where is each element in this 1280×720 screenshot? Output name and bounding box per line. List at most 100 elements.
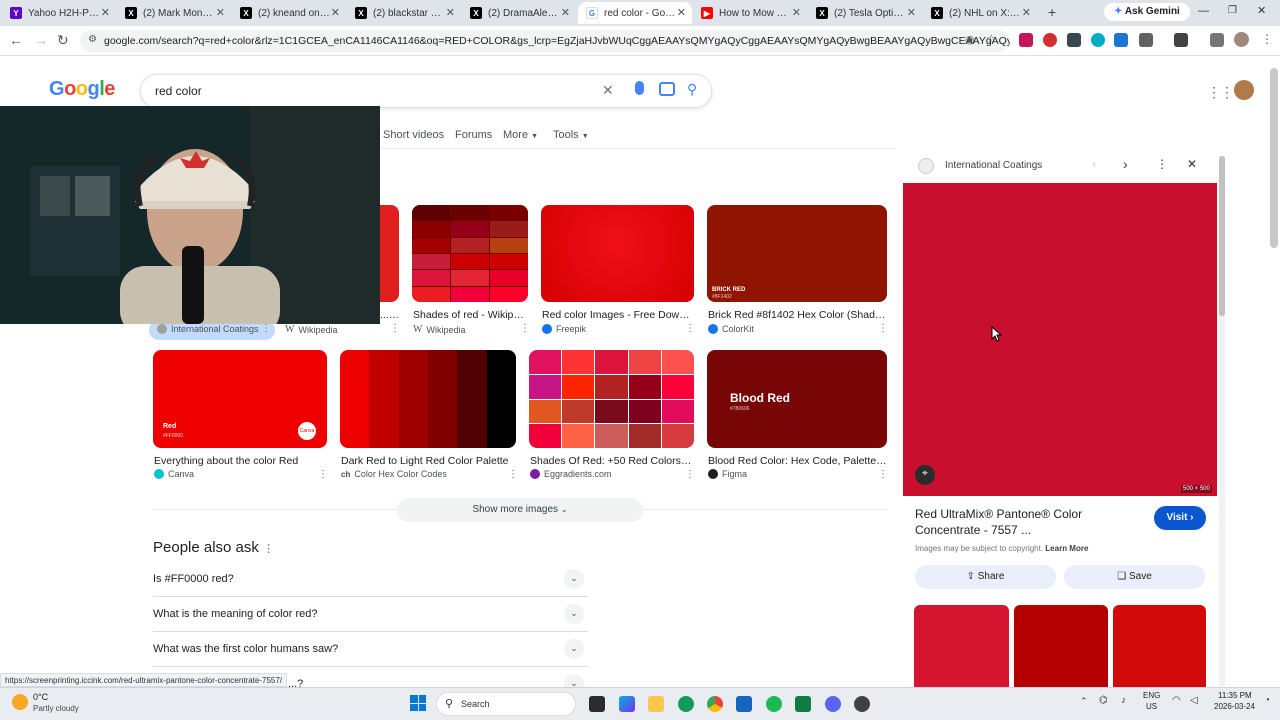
browser-tab[interactable]: X(2) NHL on X: "CAR...✕ bbox=[923, 2, 1037, 24]
taskbar-search[interactable]: ⚲ Search bbox=[436, 692, 576, 716]
downloads-icon[interactable] bbox=[1210, 33, 1224, 47]
extension-icon[interactable] bbox=[1019, 33, 1033, 47]
related-image[interactable] bbox=[914, 605, 1009, 687]
weather-icon[interactable] bbox=[12, 694, 28, 710]
app-icon[interactable] bbox=[736, 696, 752, 712]
result-source[interactable]: Eggradients.com bbox=[530, 469, 612, 479]
panel-scrollbar[interactable] bbox=[1219, 156, 1225, 686]
account-avatar[interactable] bbox=[1234, 80, 1254, 100]
more-options-icon[interactable]: ⋮ bbox=[685, 323, 695, 334]
related-image[interactable] bbox=[1113, 605, 1206, 687]
image-thumbnail-shades-grid[interactable] bbox=[529, 350, 694, 448]
reload-icon[interactable]: ↻ bbox=[57, 32, 69, 49]
minimize-icon[interactable]: — bbox=[1198, 5, 1209, 17]
image-thumbnail-shades-of-red[interactable] bbox=[412, 205, 528, 302]
extension-icon[interactable] bbox=[1067, 33, 1081, 47]
show-more-images-button[interactable]: Show more images ⌄ bbox=[397, 498, 643, 522]
microphone-icon[interactable]: ♪ bbox=[1121, 695, 1126, 706]
more-options-icon[interactable]: ⋮ bbox=[263, 543, 274, 555]
url-field[interactable]: ⚙ google.com/search?q=red+color&rlz=1C1GC… bbox=[80, 30, 1010, 52]
paa-question[interactable]: What was the first color humans saw? ⌄ bbox=[153, 632, 588, 667]
back-icon[interactable]: ← bbox=[9, 32, 23, 48]
language-indicator[interactable]: ENG bbox=[1143, 691, 1160, 700]
result-title[interactable]: Brick Red #8f1402 Hex Color (Shades & ..… bbox=[708, 309, 888, 321]
share-button[interactable]: ⇪ Share bbox=[915, 565, 1056, 589]
file-explorer-icon[interactable] bbox=[648, 696, 664, 712]
spotify-icon[interactable] bbox=[766, 696, 782, 712]
excel-icon[interactable] bbox=[795, 696, 811, 712]
more-options-icon[interactable]: ⋮ bbox=[520, 323, 530, 334]
learn-more-link[interactable]: Learn More bbox=[1045, 544, 1088, 553]
more-options-icon[interactable]: ⋮ bbox=[508, 469, 518, 480]
more-options-icon[interactable]: ⋮ bbox=[261, 323, 271, 334]
search-input[interactable]: red color bbox=[155, 84, 202, 98]
image-thumbnail[interactable] bbox=[378, 205, 399, 302]
image-thumbnail-red-freepik[interactable] bbox=[541, 205, 694, 302]
task-view-icon[interactable] bbox=[589, 696, 605, 712]
edge-icon[interactable] bbox=[678, 696, 694, 712]
more-options-icon[interactable]: ⋮ bbox=[878, 323, 888, 334]
result-title[interactable]: Blood Red Color: Hex Code, Palettes & ..… bbox=[708, 455, 888, 467]
wifi-icon[interactable]: ◠ bbox=[1172, 695, 1181, 706]
network-icon[interactable]: ⌬ bbox=[1099, 695, 1108, 706]
result-title[interactable]: Dark Red to Light Red Color Palette bbox=[341, 455, 517, 467]
close-tab-icon[interactable]: ✕ bbox=[1022, 6, 1031, 19]
copilot-icon[interactable] bbox=[619, 696, 635, 712]
browser-tab[interactable]: X(2) Tesla Optimus o...✕ bbox=[808, 2, 922, 24]
page-scrollbar[interactable] bbox=[1270, 58, 1278, 688]
result-source[interactable]: W Wikipedia bbox=[285, 324, 337, 335]
tray-overflow-icon[interactable]: ⌃ bbox=[1080, 696, 1088, 707]
close-tab-icon[interactable]: ✕ bbox=[101, 6, 110, 19]
sidebar-icon[interactable] bbox=[1174, 33, 1188, 47]
extensions-puzzle-icon[interactable] bbox=[1139, 33, 1153, 47]
paa-question[interactable]: Is #FF0000 red? ⌄ bbox=[153, 562, 588, 597]
result-source[interactable]: W Wikipedia bbox=[413, 324, 465, 335]
filter-tools[interactable]: Tools ▼ bbox=[553, 129, 589, 141]
filter-short-videos[interactable]: Short videos bbox=[383, 129, 444, 141]
browser-tab[interactable]: X(2) DramaAlert on...✕ bbox=[462, 2, 576, 24]
close-tab-icon[interactable]: ✕ bbox=[446, 6, 455, 19]
discord-icon[interactable] bbox=[825, 696, 841, 712]
filter-forums[interactable]: Forums bbox=[455, 129, 492, 141]
filter-more[interactable]: More ▼ bbox=[503, 129, 538, 141]
location-icon[interactable]: ◉ bbox=[965, 33, 975, 46]
result-title[interactable]: Red color Images - Free Downloa... bbox=[542, 309, 692, 321]
extension-icon[interactable] bbox=[1043, 33, 1057, 47]
result-source[interactable]: Freepik bbox=[542, 324, 586, 334]
result-source[interactable]: International Coatings bbox=[157, 324, 259, 334]
result-source[interactable]: ColorKit bbox=[708, 324, 754, 334]
more-options-icon[interactable]: ⋮ bbox=[878, 469, 888, 480]
clock-time[interactable]: 11:35 PM bbox=[1218, 691, 1252, 700]
visit-button[interactable]: Visit › bbox=[1154, 506, 1206, 530]
lens-search-icon[interactable]: ⌖ bbox=[915, 465, 935, 485]
app-icon[interactable] bbox=[854, 696, 870, 712]
extension-icon[interactable] bbox=[1091, 33, 1105, 47]
save-button[interactable]: ❏ Save bbox=[1064, 565, 1205, 589]
search-icon[interactable]: ⚲ bbox=[687, 81, 697, 98]
bookmark-star-icon[interactable]: ☆ bbox=[986, 32, 997, 46]
close-tab-icon[interactable]: ✕ bbox=[907, 6, 916, 19]
maximize-icon[interactable]: ❐ bbox=[1228, 5, 1237, 16]
panel-title[interactable]: Red UltraMix® Pantone® Color Concentrate… bbox=[915, 506, 1095, 538]
image-thumbnail-canva-red[interactable]: Red #FF0000 Canva bbox=[153, 350, 327, 448]
close-tab-icon[interactable]: ✕ bbox=[331, 6, 340, 19]
forward-icon[interactable]: → bbox=[34, 32, 48, 48]
more-options-icon[interactable]: ⋮ bbox=[685, 469, 695, 480]
extension-icon[interactable] bbox=[1114, 33, 1128, 47]
notifications-icon[interactable]: ◔ bbox=[1264, 695, 1270, 706]
image-thumbnail-red-palette[interactable] bbox=[340, 350, 516, 448]
close-tab-icon[interactable]: ✕ bbox=[677, 6, 686, 19]
lens-search-icon[interactable] bbox=[659, 82, 675, 96]
profile-avatar[interactable] bbox=[1234, 32, 1249, 47]
paa-question[interactable]: What is the meaning of color red? ⌄ bbox=[153, 597, 588, 632]
panel-source[interactable]: International Coatings bbox=[945, 160, 1042, 171]
close-tab-icon[interactable]: ✕ bbox=[792, 6, 801, 19]
more-options-icon[interactable]: ⋮ bbox=[390, 323, 400, 334]
image-thumbnail-blood-red[interactable]: Blood Red #780606 bbox=[707, 350, 887, 448]
close-tab-icon[interactable]: ✕ bbox=[216, 6, 225, 19]
google-logo[interactable]: Google bbox=[49, 78, 115, 101]
result-title[interactable]: Shades Of Red: +50 Red Colors with... bbox=[530, 455, 692, 467]
browser-tab[interactable]: YYahoo H2H-Pts 19...✕ bbox=[2, 2, 116, 24]
close-panel-icon[interactable]: ✕ bbox=[1187, 157, 1197, 171]
browser-tab-active[interactable]: Gred color - Google ...✕ bbox=[578, 2, 692, 24]
